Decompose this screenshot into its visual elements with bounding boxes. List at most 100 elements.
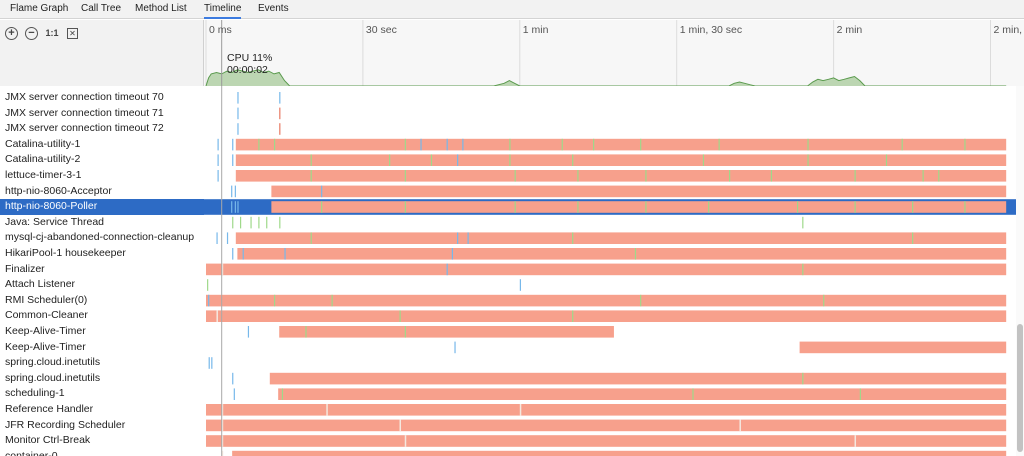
thread-event-marker	[807, 138, 809, 151]
thread-name-row[interactable]: Java: Service Thread	[0, 215, 204, 231]
thread-event-marker	[509, 154, 511, 166]
thread-name-row[interactable]: lettuce-timer-3-1	[0, 168, 204, 184]
tab-timeline[interactable]: Timeline	[204, 0, 242, 19]
thread-event-marker	[519, 279, 521, 291]
thread-name-row[interactable]: Catalina-utility-2	[0, 152, 204, 168]
thread-event-marker	[233, 388, 235, 400]
thread-name-row[interactable]: RMI Scheduler(0)	[0, 293, 204, 309]
thread-event-marker	[279, 216, 281, 229]
thread-event-marker	[207, 279, 209, 291]
thread-event-marker	[216, 310, 218, 322]
thread-name-row[interactable]: JMX server connection timeout 72	[0, 121, 204, 137]
thread-name-row[interactable]: container-0	[0, 449, 204, 456]
thread-name-row[interactable]: http-nio-8060-Acceptor	[0, 184, 204, 200]
tab-events[interactable]: Events	[258, 0, 289, 19]
thread-event-marker	[451, 248, 454, 260]
thread-name-row[interactable]: JMX server connection timeout 70	[0, 90, 204, 106]
thread-event-marker	[577, 201, 579, 213]
thread-event-marker	[250, 216, 252, 229]
thread-event-marker	[404, 201, 406, 213]
thread-event-marker	[702, 154, 705, 166]
thread-name-row[interactable]: Keep-Alive-Timer	[0, 324, 204, 340]
thread-event-marker	[514, 170, 516, 182]
thread-event-marker	[232, 138, 234, 151]
thread-running-segment	[206, 294, 1007, 307]
thread-name-row[interactable]: spring.cloud.inetutils	[0, 371, 204, 387]
tab-call-tree[interactable]: Call Tree	[81, 0, 121, 19]
vertical-scrollbar[interactable]	[1016, 86, 1024, 456]
thread-name-row[interactable]: Reference Handler	[0, 402, 204, 418]
thread-event-marker	[266, 216, 268, 229]
thread-event-marker	[279, 107, 281, 120]
actual-size-button[interactable]: 1:1	[44, 27, 60, 40]
thread-name-row[interactable]: http-nio-8060-Poller	[0, 199, 204, 215]
thread-event-marker	[692, 388, 694, 400]
thread-name-row[interactable]: JFR Recording Scheduler	[0, 418, 204, 434]
thread-event-marker	[446, 138, 448, 151]
thread-event-marker	[729, 170, 731, 182]
thread-event-marker	[217, 138, 219, 151]
thread-name-row[interactable]: mysql-cj-abandoned-connection-cleanup	[0, 230, 204, 246]
thread-event-marker	[310, 154, 312, 166]
thread-event-marker	[938, 170, 940, 182]
thread-event-marker	[237, 107, 239, 120]
thread-event-marker	[232, 372, 234, 385]
thread-running-segment	[206, 310, 1007, 322]
thread-running-segment	[206, 263, 1007, 276]
thread-name-row[interactable]: JMX server connection timeout 71	[0, 106, 204, 122]
thread-event-marker	[273, 138, 276, 151]
thread-name-row[interactable]: Keep-Alive-Timer	[0, 340, 204, 356]
thread-event-marker	[208, 357, 210, 369]
thread-event-marker	[217, 154, 219, 166]
timeline-toolbar: + − 1:1 ✕	[0, 20, 204, 88]
thread-running-segment	[235, 170, 1007, 182]
thread-timeline-lanes[interactable]	[204, 86, 1016, 456]
fit-to-window-icon[interactable]: ✕	[67, 28, 78, 39]
thread-event-marker	[211, 357, 213, 369]
thread-event-marker	[802, 263, 804, 276]
thread-event-marker	[226, 232, 229, 244]
thread-name-row[interactable]: Catalina-utility-1	[0, 137, 204, 153]
thread-event-marker	[404, 170, 406, 182]
thread-event-marker	[593, 138, 595, 151]
thread-list: JMX server connection timeout 70 JMX serv…	[0, 86, 204, 456]
thread-event-marker	[807, 154, 809, 166]
thread-name-row[interactable]: Common-Cleaner	[0, 308, 204, 324]
zoom-in-icon[interactable]: +	[5, 27, 18, 40]
thread-event-marker	[234, 185, 236, 198]
thread-event-marker	[273, 294, 276, 307]
thread-name-row[interactable]: Finalizer	[0, 262, 204, 278]
thread-name-row[interactable]: HikariPool-1 housekeeper	[0, 246, 204, 262]
thread-event-marker	[216, 232, 218, 244]
thread-event-marker	[802, 216, 804, 229]
thread-name-row[interactable]: spring.cloud.inetutils	[0, 355, 204, 371]
tab-flame-graph[interactable]: Flame Graph	[10, 0, 68, 19]
thread-running-segment	[269, 372, 1007, 385]
tick-label: 30 sec	[365, 24, 397, 36]
thread-event-marker	[739, 419, 741, 432]
thread-event-marker	[454, 341, 456, 354]
thread-event-marker	[281, 388, 284, 400]
scrollbar-thumb[interactable]	[1017, 324, 1023, 452]
thread-name-row[interactable]: scheduling-1	[0, 386, 204, 402]
thread-event-marker	[279, 92, 281, 104]
thread-event-marker	[232, 248, 234, 260]
thread-event-marker	[854, 435, 857, 447]
thread-event-marker	[237, 201, 239, 213]
thread-name-row[interactable]: Attach Listener	[0, 277, 204, 293]
thread-running-segment	[206, 435, 1007, 447]
tick-label: 1 min	[522, 24, 549, 36]
thread-event-marker	[457, 154, 459, 166]
thread-event-marker	[258, 216, 260, 229]
thread-event-marker	[404, 435, 407, 447]
thread-event-marker	[577, 170, 579, 182]
thread-event-marker	[823, 294, 825, 307]
thread-name-row[interactable]: Monitor Ctrl-Break	[0, 433, 204, 449]
thread-event-marker	[231, 185, 233, 198]
thread-event-marker	[217, 170, 219, 182]
thread-event-marker	[572, 154, 574, 166]
tab-method-list[interactable]: Method List	[135, 0, 187, 19]
zoom-out-icon[interactable]: −	[25, 27, 38, 40]
thread-event-marker	[640, 138, 642, 151]
timeline-lanes-canvas[interactable]	[204, 86, 1016, 456]
